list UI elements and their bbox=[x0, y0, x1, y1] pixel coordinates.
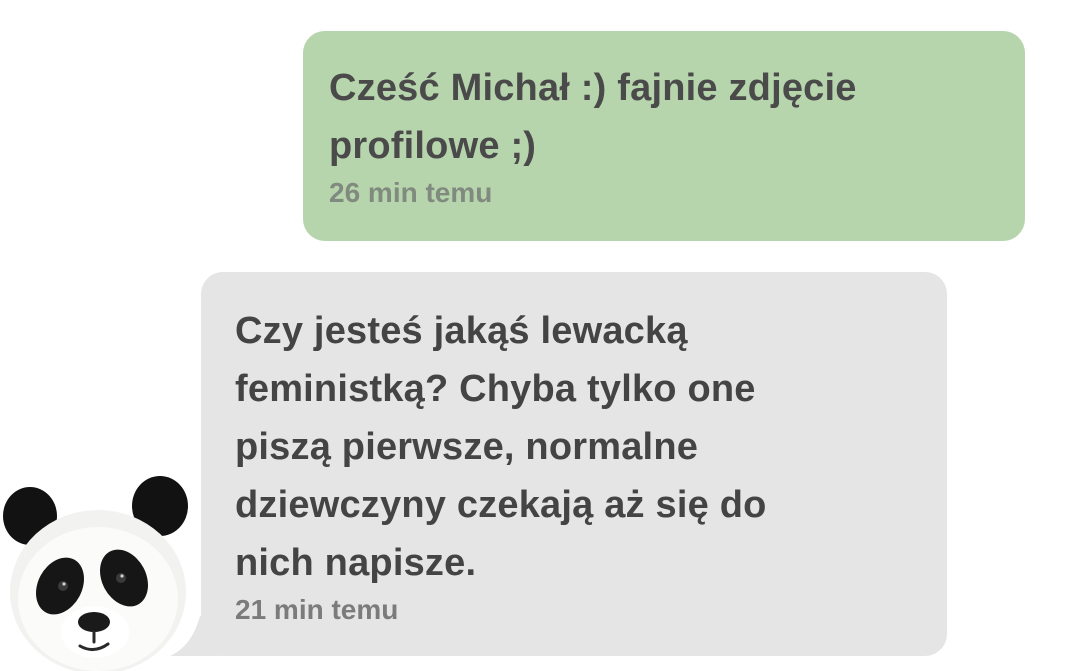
outgoing-message-text: Cześć Michał :) fajnie zdjęcie profilowe… bbox=[329, 67, 857, 167]
incoming-message-bubble[interactable]: Czy jesteś jakąś lewacką feministką? Chy… bbox=[201, 272, 947, 656]
chat-thread: Cześć Michał :) fajnie zdjęcie profilowe… bbox=[0, 0, 1080, 671]
incoming-message-timestamp: 21 min temu bbox=[235, 594, 399, 625]
outgoing-message-bubble[interactable]: Cześć Michał :) fajnie zdjęcie profilowe… bbox=[303, 31, 1025, 241]
outgoing-message-timestamp: 26 min temu bbox=[329, 177, 493, 208]
panda-avatar-icon[interactable] bbox=[0, 474, 192, 671]
incoming-message-text: Czy jesteś jakąś lewacką feministką? Chy… bbox=[235, 310, 767, 584]
